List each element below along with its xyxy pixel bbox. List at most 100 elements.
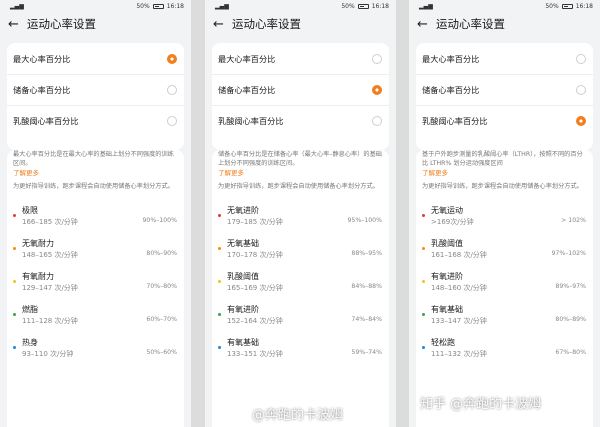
learn-more-link[interactable]: 了解更多 [416, 168, 593, 179]
zone-percent: 50%–60% [146, 349, 177, 356]
radio-unselected[interactable] [372, 53, 382, 64]
radio-selected[interactable] [576, 116, 586, 126]
zone-list: 无氧进阶 179–185 次/分钟 95%–100% 无氧基础 170–178 次/分… [212, 194, 389, 366]
zone-color-dot [218, 247, 221, 250]
option-lthr[interactable]: 乳酸阈心率百分比 [212, 105, 389, 136]
zone-color-dot [422, 214, 425, 217]
back-arrow-icon[interactable]: ← [417, 18, 433, 31]
screen-reserve-hr: ▂▄▆ 50% 16:18 ← 运动心率设置 最大心率百分比 储备心率百分比 乳酸… [205, 0, 396, 427]
zone-name: 乳酸阈值 [227, 272, 259, 281]
option-label: 最大心率百分比 [218, 53, 276, 64]
zone-name: 有氧基础 [227, 338, 259, 347]
radio-unselected[interactable] [167, 85, 177, 95]
zone-percent: 74%–84% [351, 316, 382, 323]
zones-card: 基于户外跑步测量的乳酸阈心率（LTHR），按照不同的百分比 LTHR% 划分运动… [416, 150, 593, 427]
zone-color-dot [422, 247, 425, 250]
zone-color-dot [218, 214, 221, 217]
radio-selected[interactable] [372, 85, 382, 95]
radio-unselected[interactable] [576, 53, 586, 64]
option-label: 最大心率百分比 [13, 53, 71, 64]
zone-list: 极限 166–185 次/分钟 90%–100% 无氧耐力 148–165 次/分钟 8… [7, 194, 184, 366]
status-time: 16:18 [166, 2, 184, 10]
watermark-weibo: @奔跑的卡波姆 [252, 408, 344, 423]
mode-description: 最大心率百分比是在最大心率的基础上划分不同强度的训练区间。 [13, 151, 174, 167]
zone-name: 有氧进阶 [431, 272, 463, 281]
zone-color-dot [422, 280, 425, 283]
option-max-hr[interactable]: 最大心率百分比 [7, 43, 184, 74]
zone-percent: 97%–102% [551, 250, 586, 257]
option-lthr[interactable]: 乳酸阈心率百分比 [7, 105, 184, 136]
page-header: ← 运动心率设置 [205, 12, 396, 36]
zone-color-dot [218, 280, 221, 283]
zones-card: 储备心率百分比是在储备心率（最大心率–静息心率）的基础上划分不同强度的训练区间。… [212, 150, 389, 427]
option-reserve-hr[interactable]: 储备心率百分比 [212, 74, 389, 105]
zone-row: 乳酸阈值 161–168 次/分钟 97%–102% [416, 234, 593, 267]
zone-color-dot [13, 247, 16, 250]
zone-row: 乳酸阈值 165–169 次/分钟 84%–88% [212, 267, 389, 300]
zone-name: 无氧基础 [227, 239, 259, 248]
zone-row: 有氧基础 133–151 次/分钟 59%–74% [212, 333, 389, 366]
zone-percent: 80%–89% [555, 316, 586, 323]
zone-name: 有氧进阶 [227, 305, 259, 314]
page-header: ← 运动心率设置 [0, 12, 191, 36]
zone-color-dot [13, 280, 16, 283]
guidance-hint: 为更好指导训练，跑步课程会自动使用储备心率划分方式。 [422, 183, 583, 190]
battery-icon [152, 3, 164, 9]
guidance-hint: 为更好指导训练，跑步课程会自动使用储备心率划分方式。 [13, 183, 174, 190]
option-label: 最大心率百分比 [422, 53, 480, 64]
zone-color-dot [422, 346, 425, 349]
zone-name: 乳酸阈值 [431, 239, 463, 248]
radio-unselected[interactable] [167, 116, 177, 126]
back-arrow-icon[interactable]: ← [8, 18, 24, 31]
page-title: 运动心率设置 [27, 17, 96, 31]
learn-more-link[interactable]: 了解更多 [212, 168, 389, 179]
zone-row: 极限 166–185 次/分钟 90%–100% [7, 201, 184, 234]
zone-percent: 90%–100% [142, 217, 177, 224]
zone-name: 燃脂 [22, 305, 38, 314]
mode-options-card: 最大心率百分比 储备心率百分比 乳酸阈心率百分比 [7, 43, 184, 150]
zone-row: 热身 93–110 次/分钟 50%–60% [7, 333, 184, 366]
signal-icon: ▂▄▆ [419, 2, 433, 10]
zone-name: 无氧耐力 [22, 239, 54, 248]
zone-color-dot [13, 346, 16, 349]
zone-row: 轻松跑 111–132 次/分钟 67%–80% [416, 333, 593, 366]
status-bar: ▂▄▆ 50% 16:18 [0, 0, 191, 12]
zone-row: 无氧耐力 148–165 次/分钟 80%–90% [7, 234, 184, 267]
status-bar: ▂▄▆ 50% 16:18 [409, 0, 600, 12]
learn-more-link[interactable]: 了解更多 [7, 168, 184, 179]
mode-options-card: 最大心率百分比 储备心率百分比 乳酸阈心率百分比 [212, 43, 389, 150]
zone-name: 极限 [22, 206, 38, 215]
zone-row: 有氧耐力 129–147 次/分钟 70%–80% [7, 267, 184, 300]
zone-row: 有氧进阶 152–164 次/分钟 74%–84% [212, 300, 389, 333]
option-lthr[interactable]: 乳酸阈心率百分比 [416, 105, 593, 136]
zone-row: 无氧进阶 179–185 次/分钟 95%–100% [212, 201, 389, 234]
page-title: 运动心率设置 [232, 17, 301, 31]
option-reserve-hr[interactable]: 储备心率百分比 [7, 74, 184, 105]
page-title: 运动心率设置 [436, 17, 505, 31]
zone-name: 有氧基础 [431, 305, 463, 314]
battery-text: 50% [136, 2, 150, 10]
option-reserve-hr[interactable]: 储备心率百分比 [416, 74, 593, 105]
mode-description: 基于户外跑步测量的乳酸阈心率（LTHR），按照不同的百分比 LTHR% 划分运动… [422, 151, 583, 167]
status-time: 16:18 [575, 2, 593, 10]
radio-unselected[interactable] [576, 85, 586, 95]
radio-unselected[interactable] [372, 116, 382, 126]
option-max-hr[interactable]: 最大心率百分比 [212, 43, 389, 74]
battery-icon [357, 3, 369, 9]
zone-percent: 88%–95% [351, 250, 382, 257]
screen-lthr: ▂▄▆ 50% 16:18 ← 运动心率设置 最大心率百分比 储备心率百分比 乳酸… [409, 0, 600, 427]
zone-color-dot [13, 214, 16, 217]
zone-percent: 59%–74% [351, 349, 382, 356]
zone-row: 有氧进阶 148–160 次/分钟 89%–97% [416, 267, 593, 300]
zone-row: 有氧基础 133–147 次/分钟 80%–89% [416, 300, 593, 333]
battery-text: 50% [341, 2, 355, 10]
option-label: 储备心率百分比 [13, 85, 71, 95]
back-arrow-icon[interactable]: ← [213, 18, 229, 31]
zone-color-dot [218, 346, 221, 349]
zone-color-dot [218, 313, 221, 316]
radio-selected[interactable] [167, 53, 177, 64]
zone-percent: 70%–80% [146, 283, 177, 290]
zone-row: 无氧基础 170–178 次/分钟 88%–95% [212, 234, 389, 267]
option-max-hr[interactable]: 最大心率百分比 [416, 43, 593, 74]
battery-text: 50% [545, 2, 559, 10]
